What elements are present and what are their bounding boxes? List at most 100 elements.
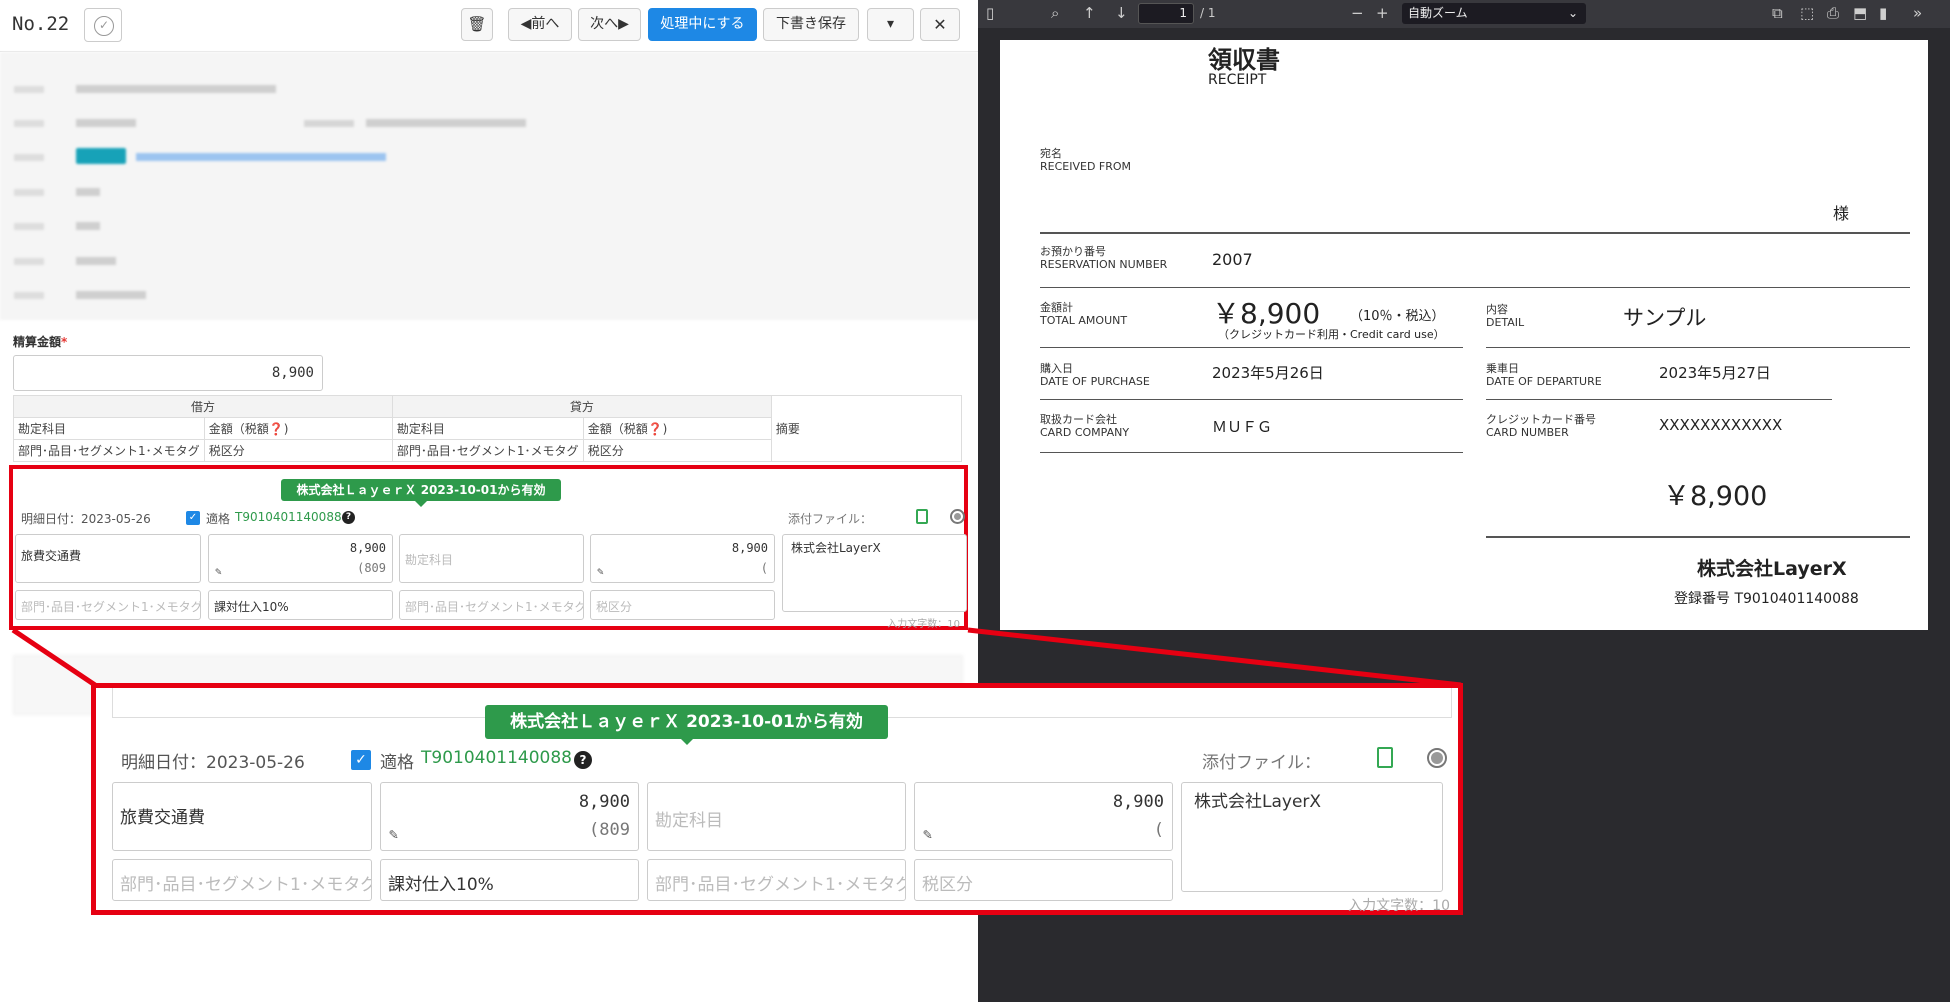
purchase-date-value: 2023年5月26日 bbox=[1212, 364, 1324, 382]
credit-amount-field-zoomed[interactable]: 8,900 ✎ ( bbox=[914, 782, 1173, 851]
close-button[interactable]: ✕ bbox=[920, 8, 960, 41]
credit-dept-field-zoomed[interactable]: 部門･品目･セグメント1･メモタグ bbox=[647, 859, 906, 901]
up-arrow-icon[interactable]: ↑ bbox=[1083, 5, 1096, 21]
down-arrow-icon[interactable]: ↓ bbox=[1115, 5, 1128, 21]
registration-number: T9010401140088 bbox=[235, 510, 342, 524]
purchase-date-label-en: DATE OF PURCHASE bbox=[1040, 375, 1150, 388]
qualified-label: 適格 bbox=[206, 512, 231, 526]
divider bbox=[1486, 347, 1910, 348]
reservation-label-en: RESERVATION NUMBER bbox=[1040, 258, 1168, 271]
card-use-note: （クレジットカード利用・Credit card use） bbox=[1218, 328, 1445, 341]
char-count-zoomed: 入力文字数：10 bbox=[1348, 898, 1450, 914]
qualified-label-zoomed: 適格 bbox=[380, 753, 414, 773]
trash-icon: 🗑 bbox=[467, 15, 487, 33]
search-icon[interactable]: ⌕ bbox=[1051, 5, 1059, 21]
debit-header: 借方 bbox=[13, 395, 393, 418]
debit-dept-field-zoomed[interactable]: 部門･品目･セグメント1･メモタグ bbox=[112, 859, 372, 901]
credit-amount-field[interactable]: 8,900 ✎ ( bbox=[590, 534, 775, 583]
card-company-label-en: CARD COMPANY bbox=[1040, 426, 1130, 439]
debit-tax-class-field-zoomed[interactable]: 課対仕入10% bbox=[380, 859, 639, 901]
zoom-out-icon[interactable]: − bbox=[1351, 5, 1364, 21]
zoom-in-icon[interactable]: + bbox=[1376, 5, 1389, 21]
departure-date-label: 乗車日 bbox=[1486, 362, 1519, 375]
divider bbox=[1040, 452, 1463, 453]
received-from-label-en: RECEIVED FROM bbox=[1040, 160, 1132, 173]
caret-down-icon: ▾ bbox=[886, 16, 895, 32]
attachment-label: 添付ファイル： bbox=[788, 512, 873, 526]
file-icon[interactable] bbox=[1377, 747, 1393, 768]
sidebar-toggle-icon[interactable]: ▯ bbox=[986, 5, 994, 21]
detail-label: 内容 bbox=[1486, 303, 1508, 316]
credit-account-field[interactable]: 勘定科目 bbox=[399, 534, 584, 583]
more-dropdown-button[interactable]: ▾ bbox=[867, 8, 914, 41]
print-icon[interactable]: ⎙ bbox=[1827, 5, 1839, 21]
pdf-toolbar: ▯ ⌕ ↑ ↓ 1 / 1 − + 自動ズーム ⌄ ⧉ ⬚ ⎙ ⬒ ▮ » bbox=[978, 0, 1950, 28]
credit-dept-header: 部門･品目･セグメント1･メモタグ bbox=[391, 439, 584, 462]
edit-icon[interactable]: ✎ bbox=[597, 565, 604, 578]
received-from-label: 宛名 bbox=[1040, 147, 1062, 160]
qualified-checkbox[interactable]: ✓ bbox=[186, 511, 200, 525]
total-amount-label-en: TOTAL AMOUNT bbox=[1040, 314, 1128, 327]
page-total: / 1 bbox=[1200, 6, 1216, 20]
credit-dept-field[interactable]: 部門･品目･セグメント1･メモタグ bbox=[399, 590, 584, 620]
credit-account-header: 勘定科目 bbox=[391, 417, 584, 440]
bookmark-icon[interactable]: ▮ bbox=[1879, 5, 1887, 21]
credit-header: 貸方 bbox=[391, 395, 772, 418]
total-tax-note: （10％・税込） bbox=[1350, 309, 1445, 324]
prev-button[interactable]: ◀前へ bbox=[508, 8, 572, 41]
settings-ring-icon[interactable] bbox=[950, 509, 965, 524]
company-name: 株式会社LayerX bbox=[1697, 558, 1847, 580]
approve-check-button[interactable]: ✓ bbox=[84, 8, 122, 42]
debit-account-field-zoomed[interactable]: 旅費交通費 bbox=[112, 782, 372, 851]
qualified-checkbox-zoomed[interactable]: ✓ bbox=[351, 750, 371, 770]
divider bbox=[1040, 399, 1463, 400]
departure-date-label-en: DATE OF DEPARTURE bbox=[1486, 375, 1602, 388]
edit-icon[interactable]: ✎ bbox=[215, 565, 222, 578]
receipt-page: 領収書 RECEIPT 宛名 RECEIVED FROM 様 お預かり番号 RE… bbox=[1000, 40, 1928, 630]
presentation-icon[interactable]: ⧉ bbox=[1772, 5, 1783, 21]
open-file-icon[interactable]: ⬚ bbox=[1800, 5, 1814, 21]
file-icon[interactable] bbox=[916, 509, 928, 524]
debit-tax-header: 税区分 bbox=[203, 439, 393, 462]
memo-field[interactable]: 株式会社LayerX bbox=[782, 534, 967, 612]
save-icon[interactable]: ⬒ bbox=[1853, 5, 1867, 21]
amount-input[interactable]: 8,900 bbox=[13, 355, 323, 391]
credit-tax-class-field[interactable]: 税区分 bbox=[590, 590, 775, 620]
qualified-invoice-tag: 株式会社ＬａｙｅｒＸ 2023-10-01から有効 bbox=[281, 479, 561, 507]
edit-icon[interactable]: ✎ bbox=[389, 825, 398, 843]
divider bbox=[1040, 232, 1910, 234]
zoom-select[interactable]: 自動ズーム ⌄ bbox=[1402, 3, 1586, 24]
page-number-input[interactable]: 1 bbox=[1138, 3, 1194, 24]
char-count: 入力文字数：10 bbox=[887, 619, 960, 630]
help-icon[interactable]: ? bbox=[342, 511, 355, 524]
memo-field-zoomed[interactable]: 株式会社LayerX bbox=[1181, 782, 1443, 892]
registration-number-label: 登録番号 T9010401140088 bbox=[1674, 591, 1859, 607]
card-company-label: 取扱カード会社 bbox=[1040, 413, 1117, 426]
credit-account-field-zoomed[interactable]: 勘定科目 bbox=[647, 782, 906, 851]
more-tools-icon[interactable]: » bbox=[1913, 5, 1922, 21]
qualified-invoice-tag-zoomed: 株式会社ＬａｙｅｒＸ 2023-10-01から有効 bbox=[485, 705, 888, 745]
debit-account-field[interactable]: 旅費交通費 bbox=[15, 534, 201, 583]
detail-date-zoomed: 明細日付：2023-05-26 bbox=[121, 753, 305, 773]
save-draft-button[interactable]: 下書き保存 bbox=[763, 8, 859, 41]
attachment-label-zoomed: 添付ファイル： bbox=[1202, 753, 1321, 773]
debit-amount-field-zoomed[interactable]: 8,900 ✎ (809 bbox=[380, 782, 639, 851]
card-number-label-en: CARD NUMBER bbox=[1486, 426, 1569, 439]
debit-tax-class-field[interactable]: 課対仕入10% bbox=[208, 590, 393, 620]
card-number-label: クレジットカード番号 bbox=[1486, 413, 1596, 426]
next-button[interactable]: 次へ▶ bbox=[578, 8, 641, 41]
debit-amount-header: 金額（税額❓) bbox=[203, 417, 393, 440]
settings-ring-icon[interactable] bbox=[1427, 748, 1447, 768]
credit-amount-header: 金額（税額❓) bbox=[582, 417, 772, 440]
credit-tax-class-field-zoomed[interactable]: 税区分 bbox=[914, 859, 1173, 901]
debit-dept-field[interactable]: 部門･品目･セグメント1･メモタグ bbox=[15, 590, 201, 620]
debit-amount-field[interactable]: 8,900 ✎ (809 bbox=[208, 534, 393, 583]
chevron-down-icon: ⌄ bbox=[1567, 6, 1578, 20]
close-icon: ✕ bbox=[933, 15, 947, 34]
registration-number-zoomed: T9010401140088 bbox=[421, 748, 572, 768]
delete-button[interactable]: 🗑 bbox=[461, 8, 493, 41]
help-icon[interactable]: ? bbox=[574, 751, 592, 769]
edit-icon[interactable]: ✎ bbox=[923, 825, 932, 843]
set-processing-button[interactable]: 処理中にする bbox=[648, 8, 757, 41]
detail-row-small: 株式会社ＬａｙｅｒＸ 2023-10-01から有効 明細日付：2023-05-2… bbox=[9, 465, 968, 630]
